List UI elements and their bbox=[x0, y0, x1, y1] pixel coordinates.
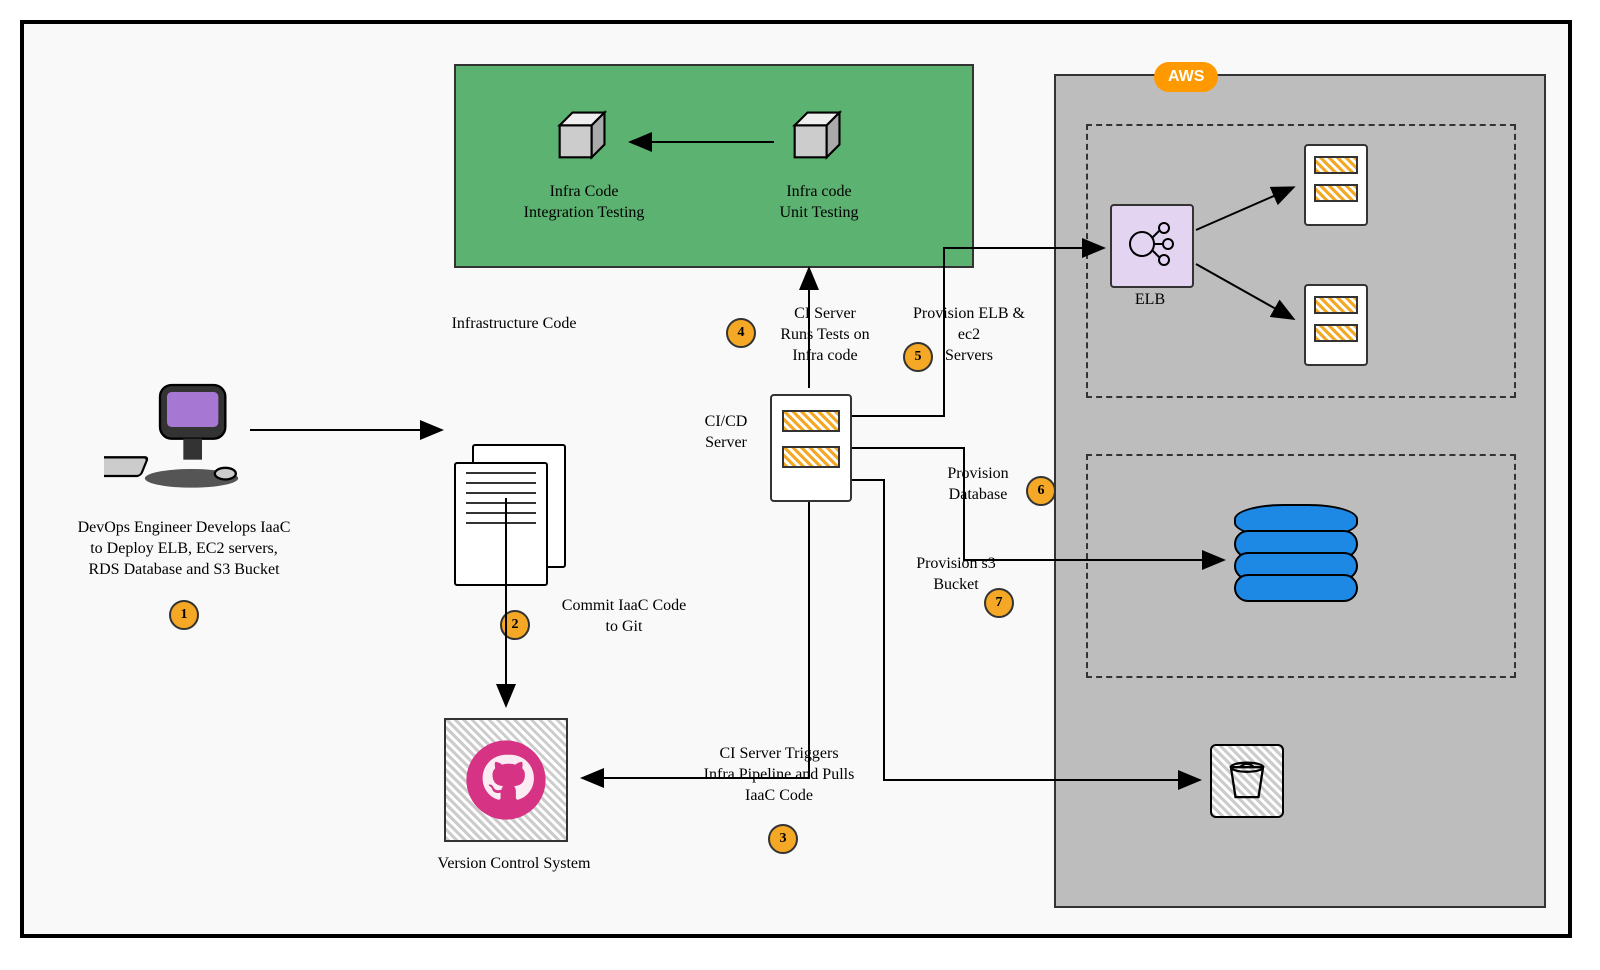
testing-panel bbox=[454, 64, 974, 268]
elb-label: ELB bbox=[1120, 290, 1180, 311]
unit-label: Infra code Unit Testing bbox=[744, 182, 894, 224]
elb-node bbox=[1110, 204, 1194, 288]
elb-icon bbox=[1120, 214, 1180, 274]
cicd-server bbox=[770, 394, 852, 502]
aws-badge: AWS bbox=[1154, 62, 1218, 92]
step-6-badge: 6 bbox=[1026, 476, 1056, 506]
ec2-server-2 bbox=[1304, 284, 1368, 366]
step-5-badge: 5 bbox=[903, 342, 933, 372]
commit-caption: Commit IaaC Code to Git bbox=[534, 596, 714, 638]
unit-cube-icon bbox=[784, 104, 848, 168]
step-3-badge: 3 bbox=[768, 824, 798, 854]
prov-db-caption: Provision Database bbox=[928, 464, 1028, 506]
documents-icon bbox=[454, 444, 564, 584]
engineer-caption: DevOps Engineer Develops IaaC to Deploy … bbox=[64, 518, 304, 580]
infra-code-label: Infrastructure Code bbox=[419, 314, 609, 335]
github-icon bbox=[461, 735, 551, 825]
engineer-computer-icon bbox=[104, 374, 244, 499]
ci-tests-caption: CI Server Runs Tests on Infra code bbox=[760, 304, 890, 366]
s3-bucket bbox=[1210, 744, 1284, 818]
diagram-frame: AWS ELB bbox=[20, 20, 1572, 938]
vcs-box bbox=[444, 718, 568, 842]
step-1-badge: 1 bbox=[169, 600, 199, 630]
ci-trigger-caption: CI Server Triggers Infra Pipeline and Pu… bbox=[674, 744, 884, 806]
step-2-badge: 2 bbox=[500, 610, 530, 640]
rds-database bbox=[1234, 504, 1354, 604]
bucket-icon bbox=[1224, 758, 1270, 804]
vcs-label: Version Control System bbox=[424, 854, 604, 875]
integration-cube-icon bbox=[549, 104, 613, 168]
cicd-label: CI/CD Server bbox=[686, 412, 766, 454]
ec2-server-1 bbox=[1304, 144, 1368, 226]
step-4-badge: 4 bbox=[726, 318, 756, 348]
integration-label: Infra Code Integration Testing bbox=[499, 182, 669, 224]
step-7-badge: 7 bbox=[984, 588, 1014, 618]
